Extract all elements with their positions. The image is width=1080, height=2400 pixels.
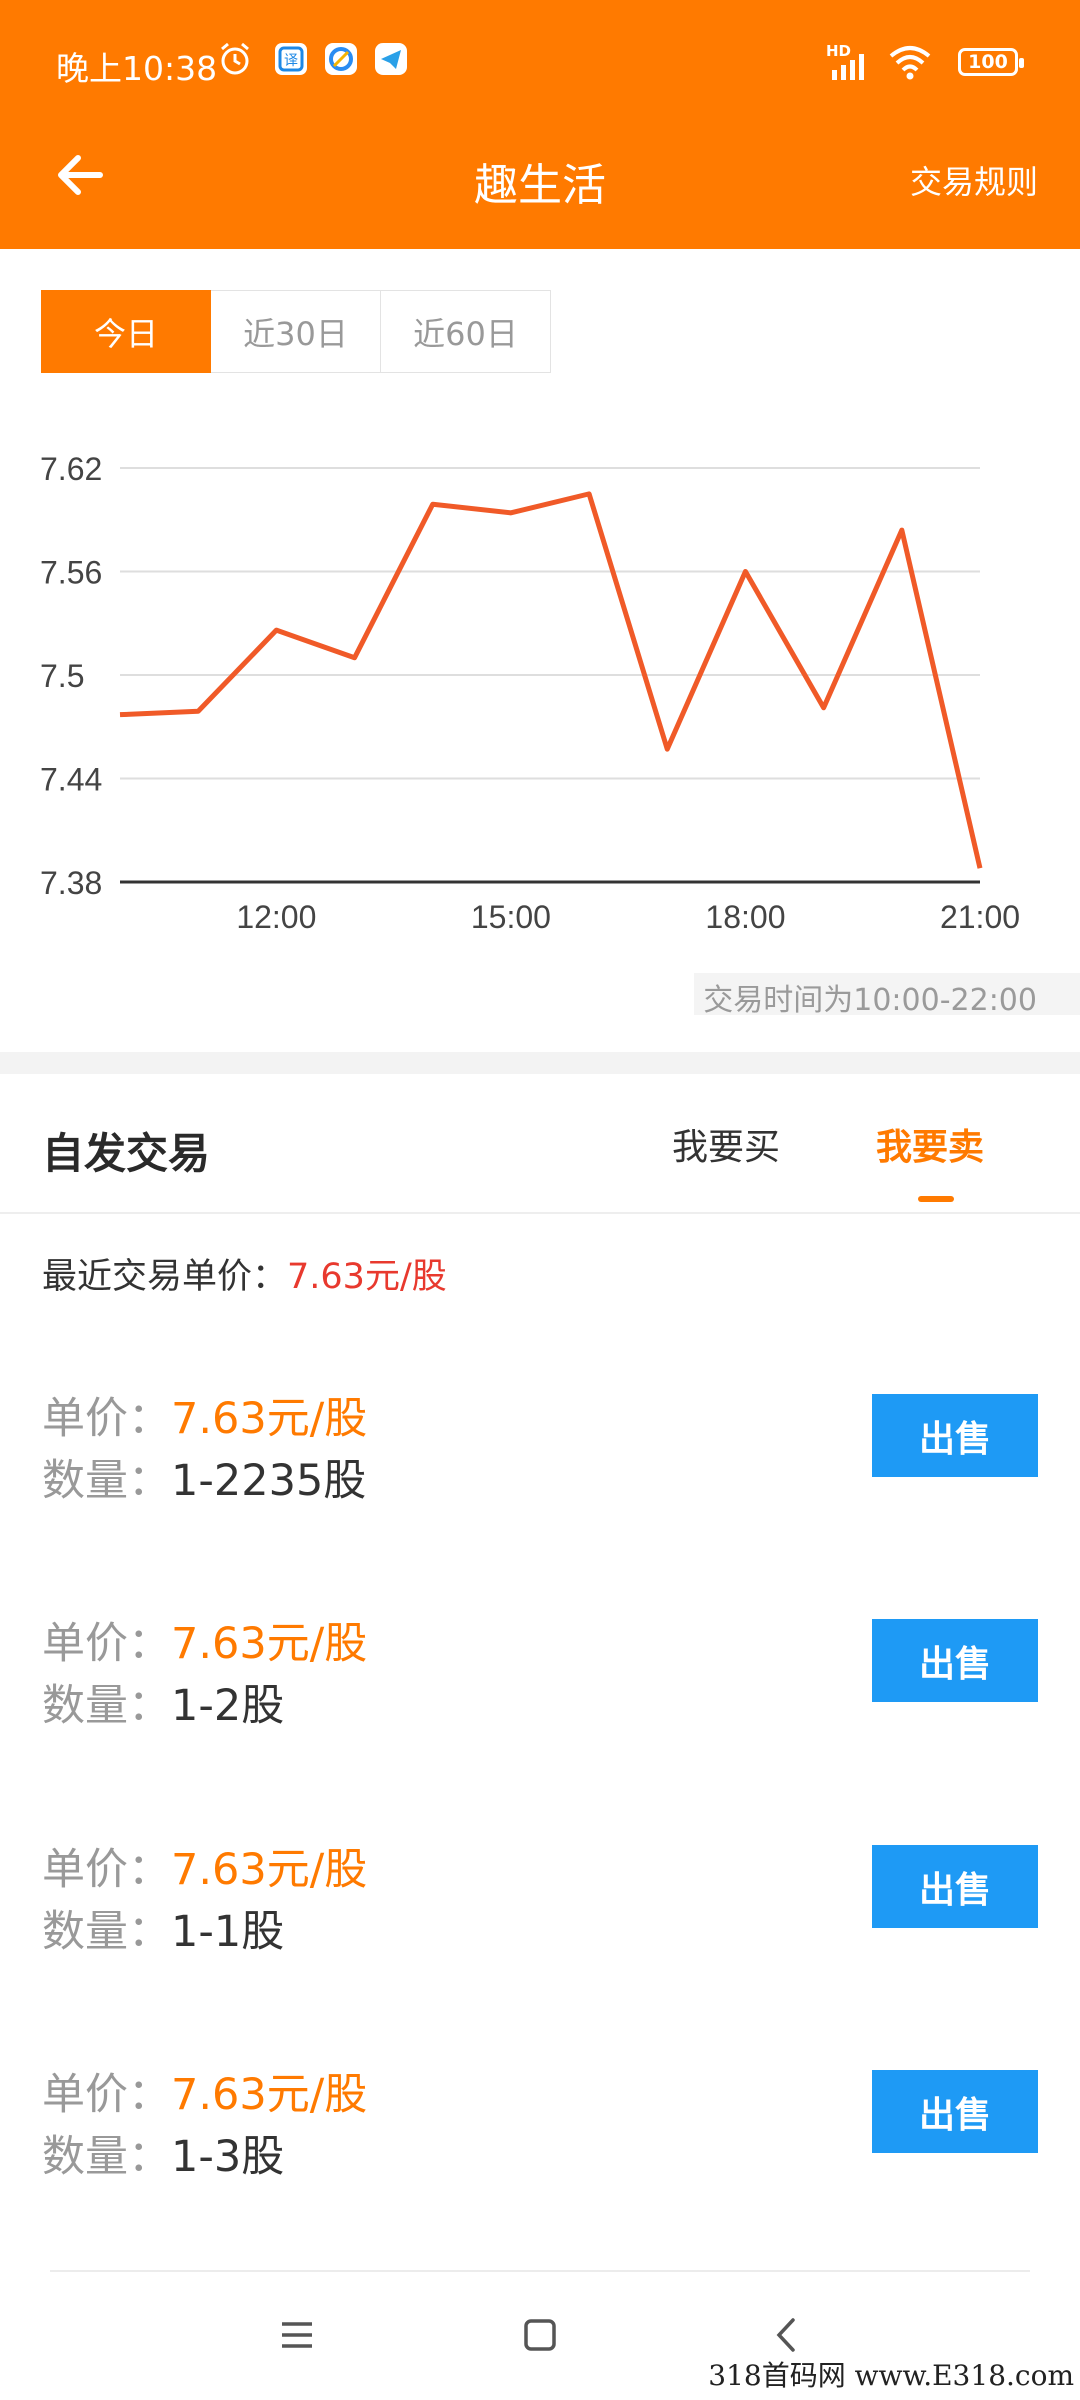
quantity-label: 数量： (42, 1907, 171, 1957)
price-label: 单价： (42, 1394, 171, 1444)
price-value: 7.63元/股 (171, 2070, 368, 2120)
y-tick-label: 7.44 (40, 762, 102, 798)
telegram-icon (372, 40, 410, 78)
trade-rules-link[interactable]: 交易规则 (910, 157, 1038, 203)
recent-price: 最近交易单价：7.63元/股 (42, 1248, 447, 1299)
wifi-icon (888, 44, 932, 80)
tab-buy[interactable]: 我要买 (672, 1118, 780, 1170)
quantity-value: 1-1股 (171, 1907, 285, 1957)
listing-price: 单价：7.63元/股 (42, 1384, 367, 1446)
quantity-value: 1-2235股 (171, 1456, 367, 1506)
quantity-label: 数量： (42, 1456, 171, 1506)
quantity-value: 1-2股 (171, 1681, 285, 1731)
recent-price-label: 最近交易单价： (42, 1257, 288, 1297)
listing-row: 单价：7.63元/股 数量：1-3股 出售 (0, 2060, 1080, 2200)
sell-button[interactable]: 出售 (872, 2070, 1038, 2153)
status-bar: 晚上10:38 译 HD 100 (0, 0, 1080, 125)
listing-price: 单价：7.63元/股 (42, 1609, 367, 1671)
listing-price: 单价：7.63元/股 (42, 1835, 367, 1897)
price-value: 7.63元/股 (171, 1619, 368, 1669)
listing-row: 单价：7.63元/股 数量：1-2235股 出售 (0, 1384, 1080, 1524)
price-label: 单价： (42, 1619, 171, 1669)
listing-quantity: 数量：1-1股 (42, 1897, 284, 1959)
signal-icon (826, 52, 876, 80)
menu-icon[interactable] (272, 2310, 322, 2360)
tab-sell[interactable]: 我要卖 (876, 1118, 984, 1170)
app-translate-icon: 译 (272, 40, 310, 78)
x-tick-label: 21:00 (940, 899, 1020, 935)
nav-bar: 趣生活 交易规则 (0, 125, 1080, 249)
x-tick-label: 18:00 (705, 899, 785, 935)
alarm-icon (216, 40, 254, 78)
tab-60-days[interactable]: 近60日 (381, 290, 551, 373)
sell-button[interactable]: 出售 (872, 1394, 1038, 1477)
tab-30-days[interactable]: 近30日 (211, 290, 381, 373)
price-chart: 7.62 7.56 7.5 7.44 7.38 12:00 15:00 18:00 21:00 (0, 420, 1080, 940)
sell-button[interactable]: 出售 (872, 1845, 1038, 1928)
listing-row: 单价：7.63元/股 数量：1-1股 出售 (0, 1835, 1080, 1975)
price-value: 7.63元/股 (171, 1845, 368, 1895)
quantity-label: 数量： (42, 2132, 171, 2182)
period-tabs: 今日 近30日 近60日 (41, 290, 551, 373)
app-browser-icon (322, 40, 360, 78)
price-label: 单价： (42, 2070, 171, 2120)
trading-hours-note: 交易时间为10:00-22:00 (703, 983, 1037, 1018)
quantity-label: 数量： (42, 1681, 171, 1731)
back-icon[interactable] (762, 2310, 812, 2360)
price-chart-svg: 7.62 7.56 7.5 7.44 7.38 12:00 15:00 18:00 21:00 (40, 451, 1020, 935)
price-label: 单价： (42, 1845, 171, 1895)
x-tick-label: 15:00 (471, 899, 551, 935)
recent-price-value: 7.63元/股 (287, 1257, 447, 1297)
section-divider (0, 1052, 1080, 1074)
y-tick-label: 7.62 (40, 451, 102, 487)
listing-row: 单价：7.63元/股 数量：1-2股 出售 (0, 1609, 1080, 1749)
status-time: 晚上10:38 (56, 49, 218, 88)
svg-text:译: 译 (284, 53, 298, 69)
section-title: 自发交易 (42, 1129, 211, 1178)
y-tick-label: 7.56 (40, 555, 102, 591)
watermark: 318首码网 www.E318.com (708, 2359, 1074, 2392)
quantity-value: 1-3股 (171, 2132, 285, 2182)
y-tick-label: 7.5 (40, 658, 84, 694)
y-tick-label: 7.38 (40, 865, 102, 901)
battery-icon: 100 (958, 48, 1024, 76)
sell-button[interactable]: 出售 (872, 1619, 1038, 1702)
listing-quantity: 数量：1-2股 (42, 1671, 284, 1733)
trade-section-header: 自发交易 我要买 我要卖 (0, 1074, 1080, 1214)
app-header: 晚上10:38 译 HD 100 趣生活 交易规则 (0, 0, 1080, 249)
listing-quantity: 数量：1-2235股 (42, 1446, 366, 1508)
listing-quantity: 数量：1-3股 (42, 2122, 284, 2184)
nav-divider (50, 2270, 1030, 2272)
x-tick-label: 12:00 (236, 899, 316, 935)
price-value: 7.63元/股 (171, 1394, 368, 1444)
listing-price: 单价：7.63元/股 (42, 2060, 367, 2122)
price-series-line (119, 491, 983, 869)
tab-today[interactable]: 今日 (41, 290, 211, 373)
home-icon[interactable] (515, 2310, 565, 2360)
active-tab-indicator (918, 1196, 954, 1202)
